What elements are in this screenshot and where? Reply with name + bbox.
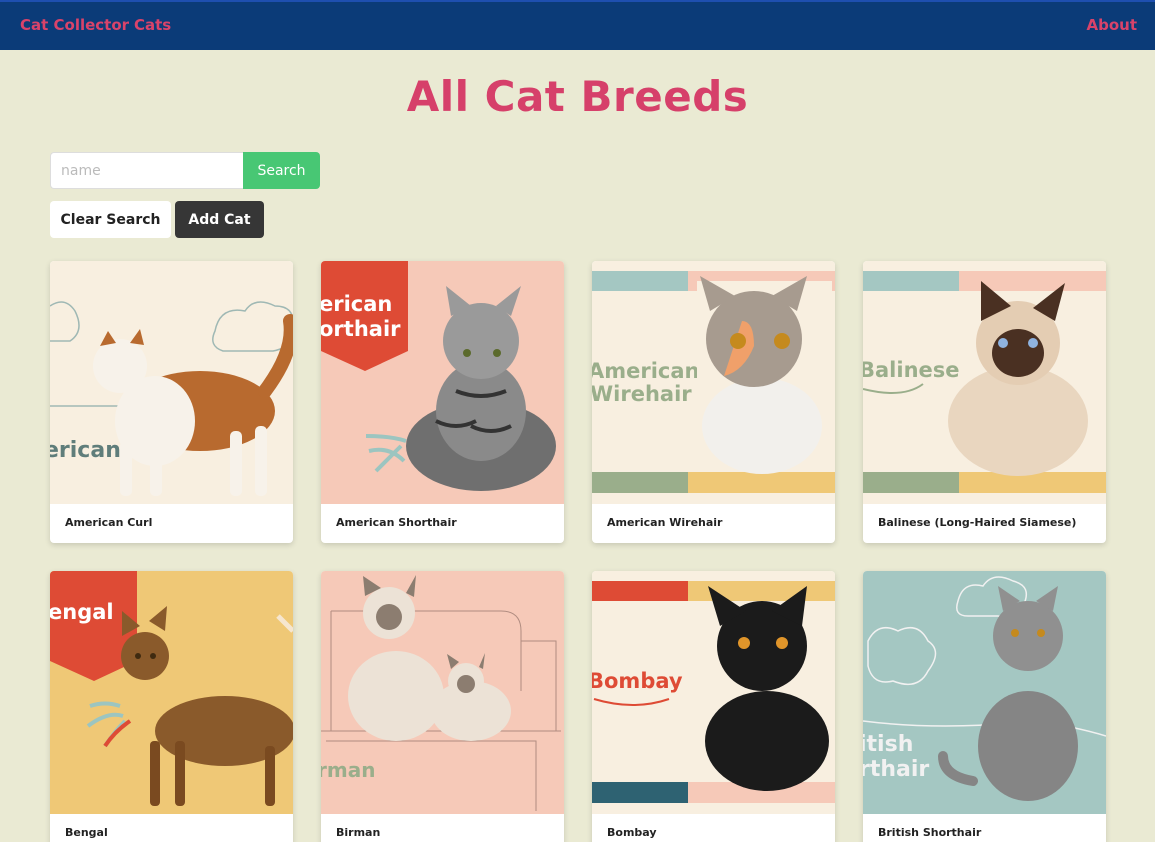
cat-card-american-curl[interactable]: erican American Curl xyxy=(50,261,293,543)
svg-text:itish: itish xyxy=(863,732,913,757)
cat-card-bombay[interactable]: Bombay Bombay xyxy=(592,571,835,842)
svg-text:Balinese: Balinese xyxy=(863,358,960,382)
cat-image: erican orthair xyxy=(321,261,564,504)
cat-name: Bombay xyxy=(607,826,657,839)
brand-link[interactable]: Cat Collector xyxy=(20,16,129,34)
svg-text:American: American xyxy=(592,359,700,383)
cat-image: itish rthair xyxy=(863,571,1106,814)
cat-image: erican xyxy=(50,261,293,504)
clear-search-button[interactable]: Clear Search xyxy=(50,201,171,238)
svg-text:orthair: orthair xyxy=(321,317,401,341)
svg-text:erican: erican xyxy=(321,292,392,316)
svg-text:Bombay: Bombay xyxy=(592,669,683,693)
cat-name: American Curl xyxy=(65,516,153,529)
cat-image: Bombay xyxy=(592,571,835,814)
cat-name: British Shorthair xyxy=(878,826,982,839)
cat-name: American Wirehair xyxy=(607,516,723,529)
cat-image: Balinese xyxy=(863,261,1106,504)
cat-image: American Wirehair xyxy=(592,261,835,504)
image-caption: erican xyxy=(50,438,121,463)
cat-card-balinese[interactable]: Balinese Balinese (Long-Haired Siamese) xyxy=(863,261,1106,543)
nav-cats-link[interactable]: Cats xyxy=(134,16,171,34)
cat-card-american-shorthair[interactable]: erican orthair American Shorthair xyxy=(321,261,564,543)
cat-name: Birman xyxy=(336,826,381,839)
search-input[interactable] xyxy=(50,152,244,189)
top-navbar: Cat Collector Cats About xyxy=(0,0,1155,50)
svg-text:Wirehair: Wirehair xyxy=(592,382,692,406)
search-button[interactable]: Search xyxy=(243,152,320,189)
cat-name: Balinese (Long-Haired Siamese) xyxy=(878,516,1077,529)
cat-name: Bengal xyxy=(65,826,108,839)
nav-about-link[interactable]: About xyxy=(1086,16,1137,34)
page-title: All Cat Breeds xyxy=(406,72,749,121)
cat-name: American Shorthair xyxy=(336,516,457,529)
cat-image: rman xyxy=(321,571,564,814)
svg-text:rman: rman xyxy=(321,758,375,782)
add-cat-button[interactable]: Add Cat xyxy=(175,201,264,238)
cat-card-british-shorthair[interactable]: itish rthair British Shorthair xyxy=(863,571,1106,842)
cat-image: engal xyxy=(50,571,293,814)
cat-card-birman[interactable]: rman Birman xyxy=(321,571,564,842)
cat-card-bengal[interactable]: engal Bengal xyxy=(50,571,293,842)
svg-text:rthair: rthair xyxy=(863,757,929,782)
cat-card-american-wirehair[interactable]: American Wirehair American Wirehair xyxy=(592,261,835,543)
svg-text:engal: engal xyxy=(50,600,114,624)
